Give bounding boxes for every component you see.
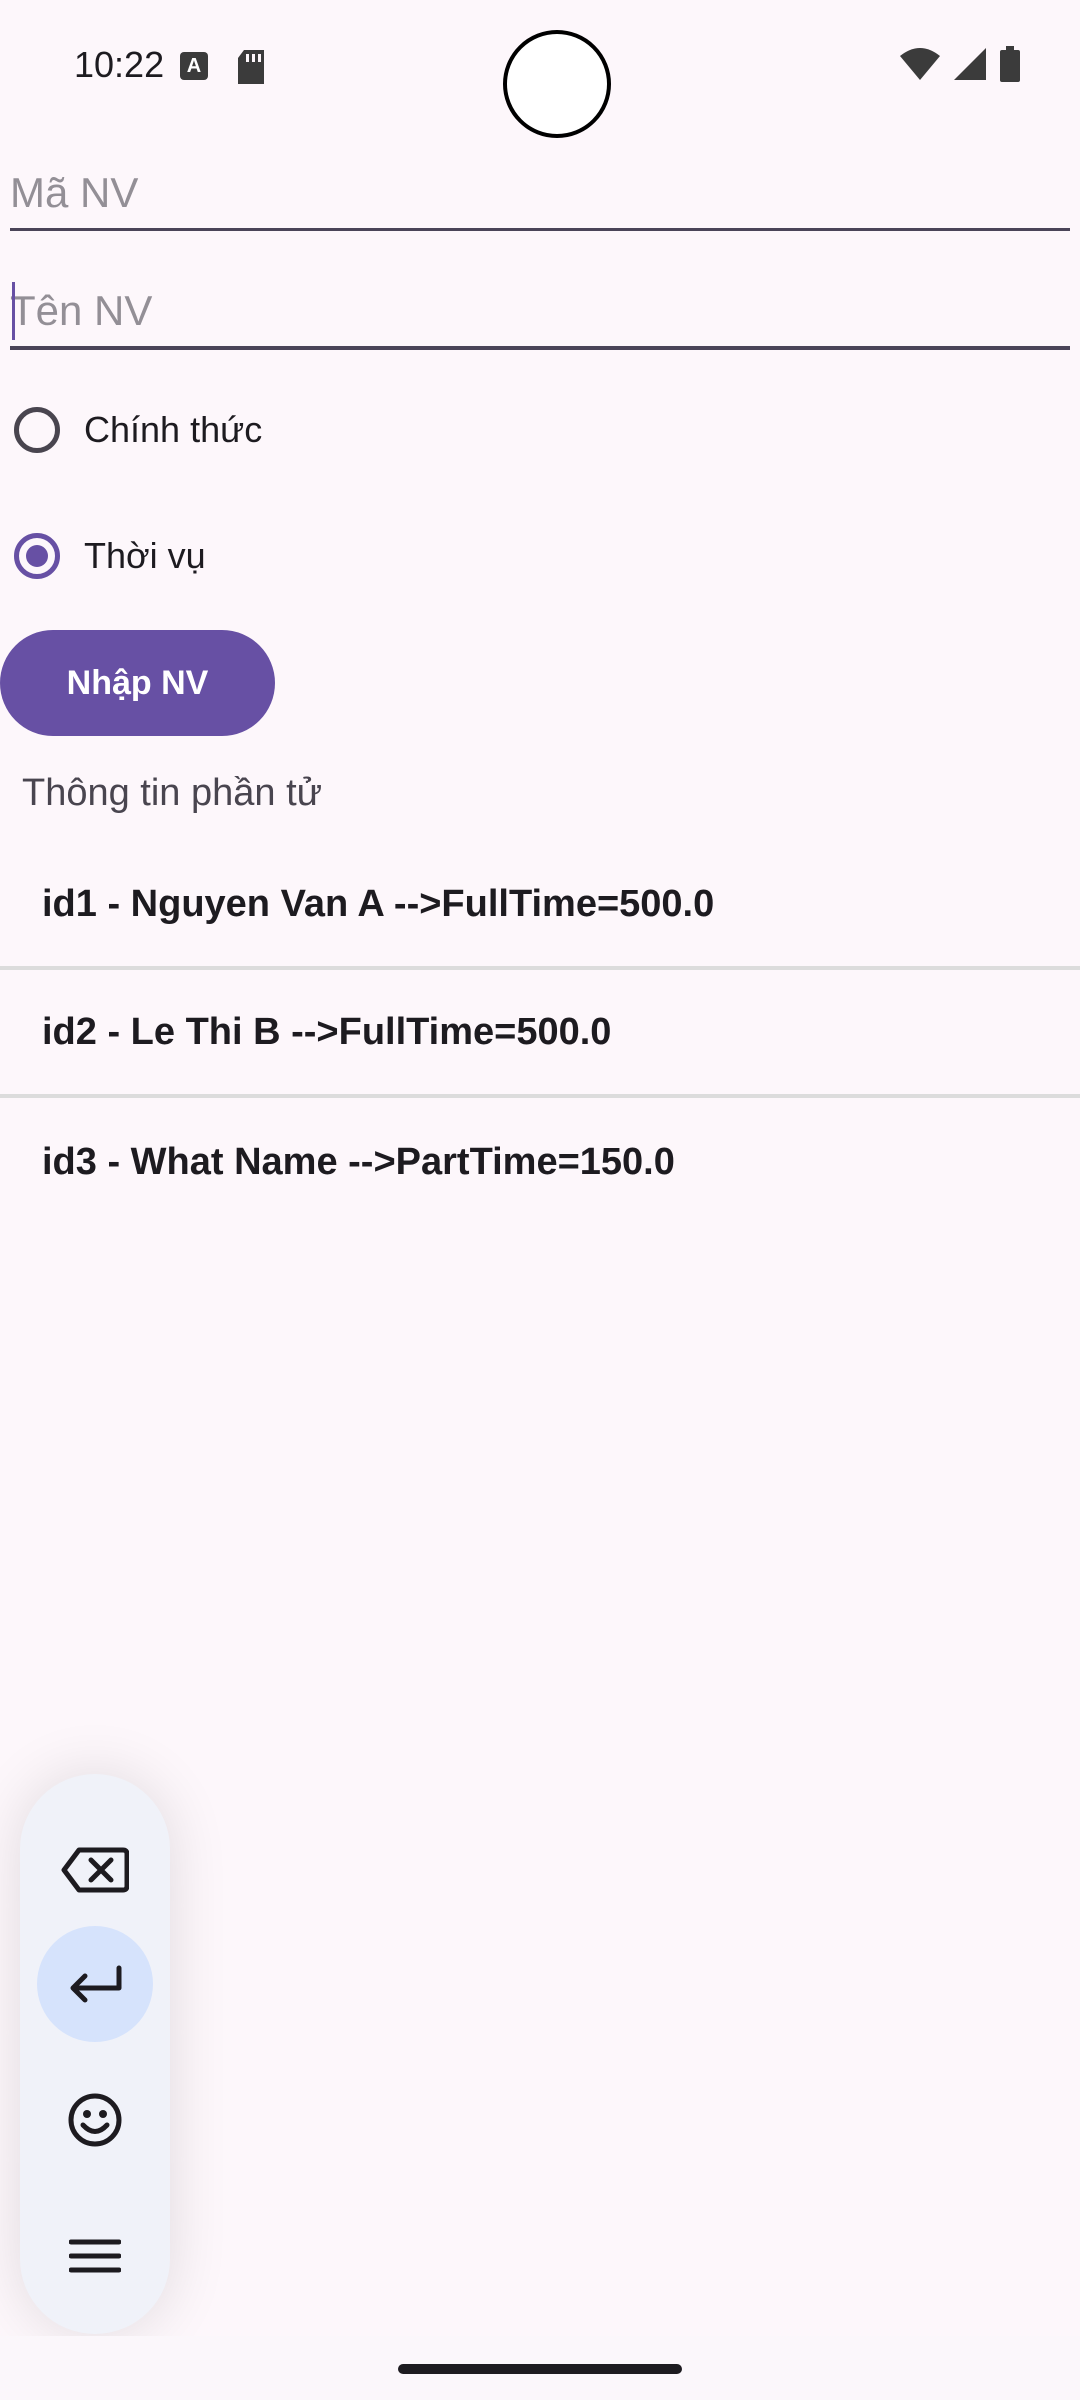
- radio-thoi-vu-label: Thời vụ: [84, 535, 206, 576]
- nhap-nv-button[interactable]: Nhập NV: [0, 630, 275, 736]
- radio-chinh-thuc[interactable]: Chính thức: [14, 407, 262, 453]
- wifi-icon: [900, 48, 940, 80]
- section-label: Thông tin phần tử: [22, 772, 323, 814]
- radio-chinh-thuc-label: Chính thức: [84, 409, 263, 450]
- ten-nv-input[interactable]: [10, 276, 1070, 346]
- enter-icon: [70, 1965, 122, 2003]
- text-cursor: [12, 282, 15, 340]
- backspace-button[interactable]: [37, 1812, 153, 1928]
- keyboard-floating-toolbar: [20, 1774, 170, 2334]
- radio-button-unchecked[interactable]: [14, 407, 60, 453]
- signal-icon: [954, 48, 986, 80]
- home-indicator[interactable]: [398, 2364, 682, 2374]
- ma-nv-field[interactable]: [10, 158, 1070, 231]
- menu-button[interactable]: [37, 2198, 153, 2314]
- status-time: 10:22: [74, 44, 165, 85]
- list-item[interactable]: id3 - What Name -->PartTime=150.0: [0, 1098, 1080, 1226]
- front-camera-cutout: [503, 30, 611, 138]
- sd-card-icon: [238, 50, 264, 84]
- ten-nv-field[interactable]: [10, 276, 1070, 350]
- employee-list: id1 - Nguyen Van A -->FullTime=500.0 id2…: [0, 842, 1080, 1226]
- list-item[interactable]: id2 - Le Thi B -->FullTime=500.0: [0, 970, 1080, 1098]
- backspace-icon: [61, 1847, 129, 1893]
- radio-button-checked[interactable]: [14, 533, 60, 579]
- list-item[interactable]: id1 - Nguyen Van A -->FullTime=500.0: [0, 842, 1080, 970]
- menu-icon: [69, 2239, 121, 2273]
- ma-nv-input[interactable]: [10, 158, 1070, 228]
- status-bar: 10:22 A: [0, 0, 1080, 138]
- enter-button[interactable]: [37, 1926, 153, 2042]
- emoji-icon: [68, 2093, 122, 2147]
- battery-icon: [1000, 46, 1020, 82]
- radio-thoi-vu[interactable]: Thời vụ: [14, 533, 206, 579]
- emoji-button[interactable]: [37, 2062, 153, 2178]
- keyboard-notification-icon: A: [180, 52, 208, 80]
